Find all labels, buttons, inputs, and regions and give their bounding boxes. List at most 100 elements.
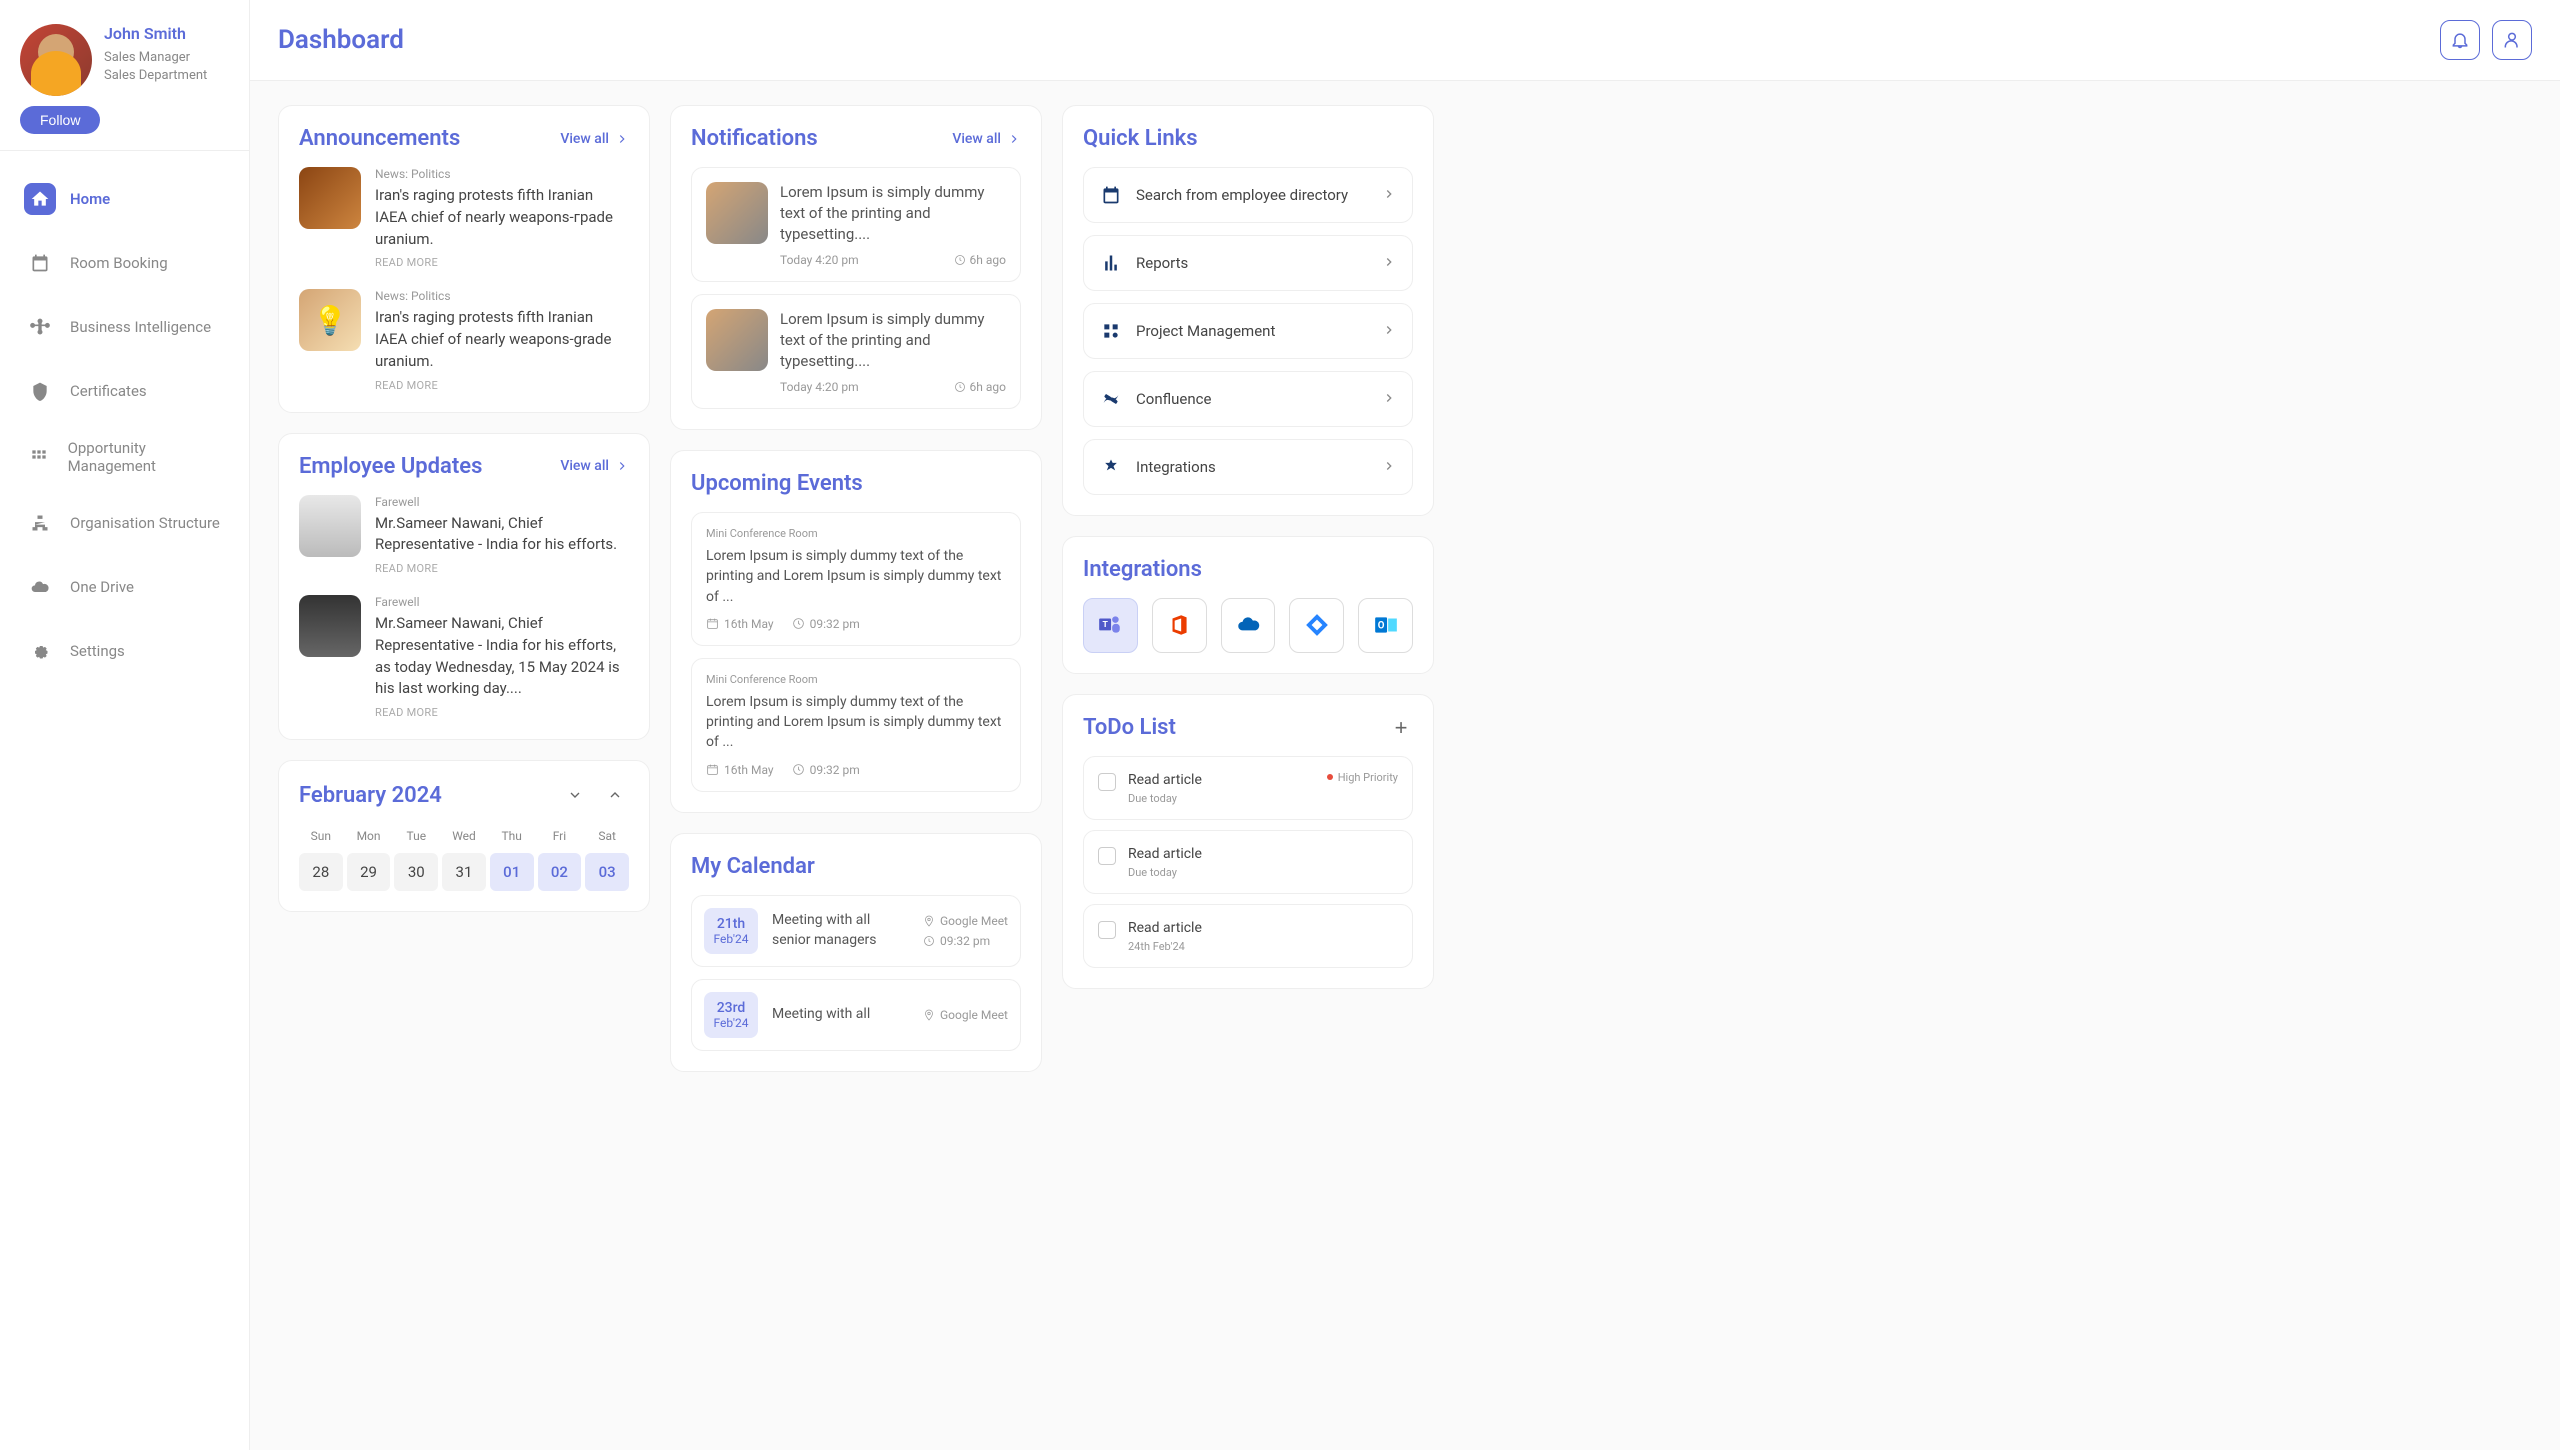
announcement-category: News: Politics bbox=[375, 167, 629, 181]
follow-button[interactable]: Follow bbox=[20, 106, 100, 134]
todo-checkbox[interactable] bbox=[1098, 773, 1116, 791]
read-more-link[interactable]: READ MORE bbox=[375, 562, 629, 575]
sidebar-item-room-booking[interactable]: Room Booking bbox=[10, 235, 239, 291]
employee-updates-view-all[interactable]: View all bbox=[560, 458, 629, 474]
announcements-view-all[interactable]: View all bbox=[560, 131, 629, 147]
quick-link-item-integrations[interactable]: Integrations bbox=[1083, 439, 1413, 495]
todo-item: Read article Due today bbox=[1083, 830, 1413, 894]
integration-office[interactable] bbox=[1152, 598, 1207, 653]
profile-department: Sales Department bbox=[104, 67, 229, 85]
sidebar-item-one-drive[interactable]: One Drive bbox=[10, 559, 239, 615]
calendar-grid: Sun Mon Tue Wed Thu Fri Sat 28 29 30 31 … bbox=[299, 823, 629, 891]
notifications-view-all[interactable]: View all bbox=[952, 131, 1021, 147]
user-icon bbox=[2502, 30, 2522, 50]
sidebar-item-home[interactable]: Home bbox=[10, 171, 239, 227]
avatar[interactable] bbox=[20, 24, 92, 96]
sidebar-item-label: Business Intelligence bbox=[70, 318, 211, 336]
sidebar-item-label: Opportunity Management bbox=[68, 439, 225, 475]
integration-jira[interactable] bbox=[1289, 598, 1344, 653]
event-date: 16th May bbox=[724, 617, 774, 631]
announcements-title: Announcements bbox=[299, 126, 460, 151]
my-calendar-day: 23rd bbox=[708, 1000, 754, 1016]
my-calendar-monthyear: Feb'24 bbox=[708, 932, 754, 946]
employee-updates-card: Employee Updates View all Farewell Mr.Sa… bbox=[278, 433, 650, 741]
calendar-day[interactable]: 02 bbox=[538, 853, 582, 891]
announcement-item[interactable]: News: Politics Iran's raging protests fi… bbox=[299, 289, 629, 391]
sidebar-item-certificates[interactable]: Certificates bbox=[10, 363, 239, 419]
read-more-link[interactable]: READ MORE bbox=[375, 706, 629, 719]
todo-title: Read article bbox=[1128, 845, 1398, 863]
integration-outlook[interactable]: O bbox=[1358, 598, 1413, 653]
calendar-day[interactable]: 30 bbox=[394, 853, 438, 891]
notifications-card: Notifications View all Lorem Ipsum is si… bbox=[670, 105, 1042, 430]
notifications-button[interactable] bbox=[2440, 20, 2480, 60]
directory-icon bbox=[1100, 184, 1122, 206]
top-bar: Dashboard bbox=[250, 0, 2560, 81]
clock-icon bbox=[792, 617, 805, 630]
event-item[interactable]: Mini Conference Room Lorem Ipsum is simp… bbox=[691, 512, 1021, 646]
calendar-prev-button[interactable] bbox=[561, 781, 589, 809]
quick-link-item-employee-directory[interactable]: Search from employee directory bbox=[1083, 167, 1413, 223]
todo-add-button[interactable]: + bbox=[1389, 715, 1413, 739]
chevron-up-icon bbox=[607, 787, 623, 803]
quick-link-item-reports[interactable]: Reports bbox=[1083, 235, 1413, 291]
calendar-day[interactable]: 28 bbox=[299, 853, 343, 891]
employee-update-item[interactable]: Farewell Mr.Sameer Nawani, Chief Represe… bbox=[299, 495, 629, 576]
calendar-icon bbox=[706, 763, 719, 776]
my-calendar-item[interactable]: 23rd Feb'24 Meeting with all Google Meet bbox=[691, 979, 1021, 1051]
location-icon bbox=[923, 915, 935, 927]
calendar-day[interactable]: 31 bbox=[442, 853, 486, 891]
clock-icon bbox=[954, 254, 966, 266]
integration-teams[interactable]: T bbox=[1083, 598, 1138, 653]
integration-onedrive[interactable] bbox=[1221, 598, 1276, 653]
sidebar-item-label: Home bbox=[70, 190, 110, 208]
my-calendar-card: My Calendar 21th Feb'24 Meeting with all… bbox=[670, 833, 1042, 1072]
todo-priority: High Priority bbox=[1327, 771, 1398, 784]
quick-links-title: Quick Links bbox=[1083, 126, 1198, 151]
announcement-item[interactable]: News: Politics Iran's raging protests fi… bbox=[299, 167, 629, 269]
calendar-day-label: Fri bbox=[538, 823, 582, 849]
calendar-day[interactable]: 03 bbox=[585, 853, 629, 891]
todo-checkbox[interactable] bbox=[1098, 921, 1116, 939]
read-more-link[interactable]: READ MORE bbox=[375, 379, 629, 392]
quick-link-label: Reports bbox=[1136, 254, 1368, 272]
notification-item[interactable]: Lorem Ipsum is simply dummy text of the … bbox=[691, 167, 1021, 282]
employee-update-item[interactable]: Farewell Mr.Sameer Nawani, Chief Represe… bbox=[299, 595, 629, 719]
sidebar-item-opportunity-management[interactable]: Opportunity Management bbox=[10, 427, 239, 487]
calendar-day[interactable]: 29 bbox=[347, 853, 391, 891]
read-more-link[interactable]: READ MORE bbox=[375, 256, 629, 269]
event-text: Lorem Ipsum is simply dummy text of the … bbox=[706, 692, 1006, 753]
onedrive-icon bbox=[1235, 612, 1261, 638]
location-icon bbox=[923, 1009, 935, 1021]
event-item[interactable]: Mini Conference Room Lorem Ipsum is simp… bbox=[691, 658, 1021, 792]
sidebar-item-organisation-structure[interactable]: Organisation Structure bbox=[10, 495, 239, 551]
sidebar-item-label: One Drive bbox=[70, 578, 134, 596]
notification-item[interactable]: Lorem Ipsum is simply dummy text of the … bbox=[691, 294, 1021, 409]
announcement-category: News: Politics bbox=[375, 289, 629, 303]
announcement-headline: Iran's raging protests fifth Iranian IAE… bbox=[375, 185, 629, 250]
quick-link-label: Project Management bbox=[1136, 322, 1368, 340]
outlook-icon: O bbox=[1373, 612, 1399, 638]
teams-icon: T bbox=[1097, 612, 1123, 638]
bell-icon bbox=[2450, 30, 2470, 50]
sidebar-item-business-intelligence[interactable]: Business Intelligence bbox=[10, 299, 239, 355]
profile-button[interactable] bbox=[2492, 20, 2532, 60]
announcement-thumb bbox=[299, 289, 361, 351]
quick-link-item-confluence[interactable]: Confluence bbox=[1083, 371, 1413, 427]
certificate-icon bbox=[30, 381, 50, 401]
reports-icon bbox=[1100, 252, 1122, 274]
sidebar-item-settings[interactable]: Settings bbox=[10, 623, 239, 679]
calendar-day-label: Tue bbox=[394, 823, 438, 849]
chevron-right-icon bbox=[1382, 186, 1396, 205]
office-icon bbox=[1166, 612, 1192, 638]
my-calendar-event-title: Meeting with all senior managers bbox=[772, 911, 909, 950]
calendar-day[interactable]: 01 bbox=[490, 853, 534, 891]
integrations-title: Integrations bbox=[1083, 557, 1202, 582]
sidebar-item-label: Settings bbox=[70, 642, 125, 660]
calendar-next-button[interactable] bbox=[601, 781, 629, 809]
integrations-card: Integrations T O bbox=[1062, 536, 1434, 674]
notification-thumb bbox=[706, 309, 768, 371]
todo-checkbox[interactable] bbox=[1098, 847, 1116, 865]
my-calendar-item[interactable]: 21th Feb'24 Meeting with all senior mana… bbox=[691, 895, 1021, 967]
quick-link-item-project-management[interactable]: Project Management bbox=[1083, 303, 1413, 359]
